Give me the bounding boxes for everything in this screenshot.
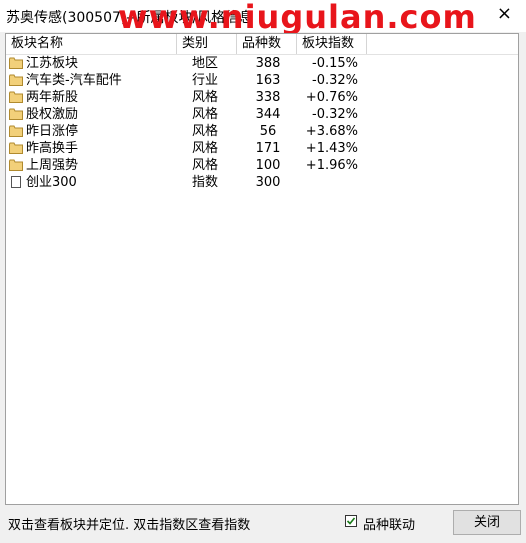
column-header-sector-name[interactable]: 板块名称 — [6, 34, 177, 54]
sector-name: 汽车类-汽车配件 — [26, 73, 122, 88]
sector-category: 风格 — [192, 141, 219, 156]
linkage-checkbox[interactable] — [345, 515, 357, 527]
sector-category: 风格 — [192, 124, 219, 139]
sector-name: 创业300 — [26, 175, 77, 190]
column-header-category[interactable]: 类别 — [177, 34, 237, 54]
folder-icon — [9, 74, 23, 86]
sector-name: 昨高换手 — [26, 141, 79, 156]
sector-count: 300 — [255, 175, 281, 190]
folder-icon — [9, 57, 23, 69]
sector-category: 风格 — [192, 158, 219, 173]
watermark-logo: www.niugulan.com — [118, 0, 477, 36]
document-icon — [9, 176, 23, 188]
list-item[interactable]: 江苏板块 地区 388 -0.15% — [6, 55, 518, 72]
close-icon[interactable]: × — [497, 4, 512, 24]
list-header: 板块名称 类别 品种数 板块指数 — [6, 34, 518, 55]
sector-index: +3.68% — [305, 124, 358, 139]
column-header-count[interactable]: 品种数 — [237, 34, 297, 54]
sector-count: 338 — [255, 90, 281, 105]
list-item[interactable]: 股权激励 风格 344 -0.32% — [6, 106, 518, 123]
sector-index: +1.96% — [305, 158, 358, 173]
sector-name: 两年新股 — [26, 90, 79, 105]
sector-name: 昨日涨停 — [26, 124, 79, 139]
sector-count: 388 — [255, 56, 281, 71]
list-item[interactable]: 两年新股 风格 338 +0.76% — [6, 89, 518, 106]
sector-index: -0.32% — [312, 73, 358, 88]
sector-count: 171 — [255, 141, 281, 156]
sector-category: 风格 — [192, 90, 219, 105]
sector-category: 行业 — [192, 73, 219, 88]
sector-name: 上周强势 — [26, 158, 79, 173]
list-item[interactable]: 汽车类-汽车配件 行业 163 -0.32% — [6, 72, 518, 89]
list-item[interactable]: 昨日涨停 风格 56 +3.68% — [6, 123, 518, 140]
sector-index: +0.76% — [305, 90, 358, 105]
sector-category: 风格 — [192, 107, 219, 122]
close-button[interactable]: 关闭 — [453, 510, 521, 535]
sector-index: -0.15% — [312, 56, 358, 71]
folder-icon — [9, 159, 23, 171]
list-item[interactable]: 上周强势 风格 100 +1.96% — [6, 157, 518, 174]
sector-count: 100 — [255, 158, 281, 173]
sector-count: 344 — [255, 107, 281, 122]
list-body: 江苏板块 地区 388 -0.15% 汽车类-汽车配件 行业 163 -0.32% 两年新股 风格… — [6, 55, 518, 191]
sector-name: 股权激励 — [26, 107, 79, 122]
sector-category: 地区 — [192, 56, 219, 71]
sector-index: +1.43% — [305, 141, 358, 156]
sector-count: 163 — [255, 73, 281, 88]
sector-list[interactable]: 板块名称 类别 品种数 板块指数 江苏板块 地区 388 -0.15% 汽车类-汽车配件… — [5, 33, 519, 505]
linkage-label[interactable]: 品种联动 — [363, 514, 415, 533]
checkmark-icon — [346, 517, 356, 525]
folder-icon — [9, 91, 23, 103]
folder-icon — [9, 108, 23, 120]
sector-index: -0.32% — [312, 107, 358, 122]
sector-count: 56 — [259, 124, 277, 139]
folder-icon — [9, 125, 23, 137]
sector-name: 江苏板块 — [26, 56, 79, 71]
column-header-sector-index[interactable]: 板块指数 — [297, 34, 367, 54]
sector-index — [298, 174, 358, 191]
status-hint: 双击查看板块并定位. 双击指数区查看指数 — [8, 518, 251, 533]
list-item[interactable]: 昨高换手 风格 171 +1.43% — [6, 140, 518, 157]
title-bar: 苏奥传感(300507)--所属板块/风格信息 www.niugulan.com… — [0, 0, 526, 36]
sector-category: 指数 — [192, 175, 219, 190]
list-item[interactable]: 创业300 指数 300 — [6, 174, 518, 191]
folder-icon — [9, 142, 23, 154]
